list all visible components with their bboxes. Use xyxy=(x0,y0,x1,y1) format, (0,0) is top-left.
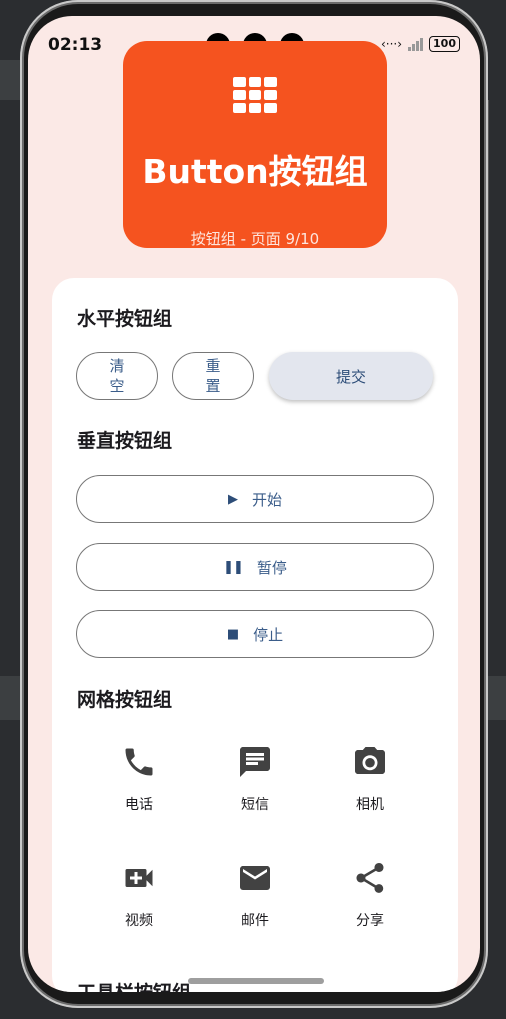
status-icons: ‹···› 100 xyxy=(381,36,460,52)
grid-button-phone[interactable]: 电话 xyxy=(89,744,189,814)
signal-icon xyxy=(408,37,424,51)
apps-grid-icon xyxy=(233,77,277,113)
share-icon xyxy=(356,863,384,893)
clear-button[interactable]: 清空 xyxy=(76,352,158,400)
play-icon: ▶ xyxy=(227,491,238,507)
grid-label: 短信 xyxy=(241,797,269,813)
stop-button[interactable]: ■ 停止 xyxy=(76,610,434,658)
grid-label: 相机 xyxy=(356,797,384,813)
page-subtitle: 按钮组 - 页面 9/10 xyxy=(190,230,320,248)
video-icon xyxy=(125,869,153,887)
grid-button-mail[interactable]: 邮件 xyxy=(205,860,305,930)
grid-button-video[interactable]: 视频 xyxy=(89,860,189,930)
pause-icon: ❚❚ xyxy=(223,559,244,575)
page-title: Button按钮组 xyxy=(142,152,368,191)
camera-icon xyxy=(355,747,385,774)
grid-label: 分享 xyxy=(356,913,384,929)
content-card: 水平按钮组 清空 重置 提交 垂直按钮组 ▶ 开始 ❚❚ 暂停 ■ 停止 网格按… xyxy=(52,278,458,992)
grid-button-share[interactable]: 分享 xyxy=(320,860,420,930)
message-icon xyxy=(240,747,270,777)
start-button[interactable]: ▶ 开始 xyxy=(76,475,434,523)
ide-panel-right xyxy=(488,100,506,280)
grid-label: 电话 xyxy=(125,797,153,813)
stop-button-label: 停止 xyxy=(253,625,284,644)
section-title-grid: 网格按钮组 xyxy=(77,689,173,711)
grid-button-message[interactable]: 短信 xyxy=(205,744,305,814)
submit-button[interactable]: 提交 xyxy=(269,352,433,400)
stop-icon: ■ xyxy=(226,626,240,642)
phone-screen: 02:13 ‹···› 100 Button按钮组 按钮组 - 页面 9/10 … xyxy=(28,16,480,992)
section-title-horizontal: 水平按钮组 xyxy=(77,308,173,330)
data-sync-icon: ‹···› xyxy=(380,37,403,51)
pause-button[interactable]: ❚❚ 暂停 xyxy=(76,543,434,591)
mail-icon xyxy=(240,866,270,890)
grid-label: 视频 xyxy=(125,913,153,929)
reset-button[interactable]: 重置 xyxy=(172,352,254,400)
grid-button-camera[interactable]: 相机 xyxy=(320,744,420,814)
status-time: 02:13 xyxy=(48,35,103,55)
home-indicator[interactable] xyxy=(188,978,324,984)
battery-icon: 100 xyxy=(429,36,460,52)
pause-button-label: 暂停 xyxy=(256,558,287,577)
phone-icon xyxy=(125,748,153,776)
hero-banner: Button按钮组 按钮组 - 页面 9/10 xyxy=(123,41,387,248)
section-title-toolbar: 工具栏按钮组 xyxy=(77,978,191,992)
start-button-label: 开始 xyxy=(251,490,282,509)
grid-label: 邮件 xyxy=(241,913,269,929)
section-title-vertical: 垂直按钮组 xyxy=(77,430,173,452)
